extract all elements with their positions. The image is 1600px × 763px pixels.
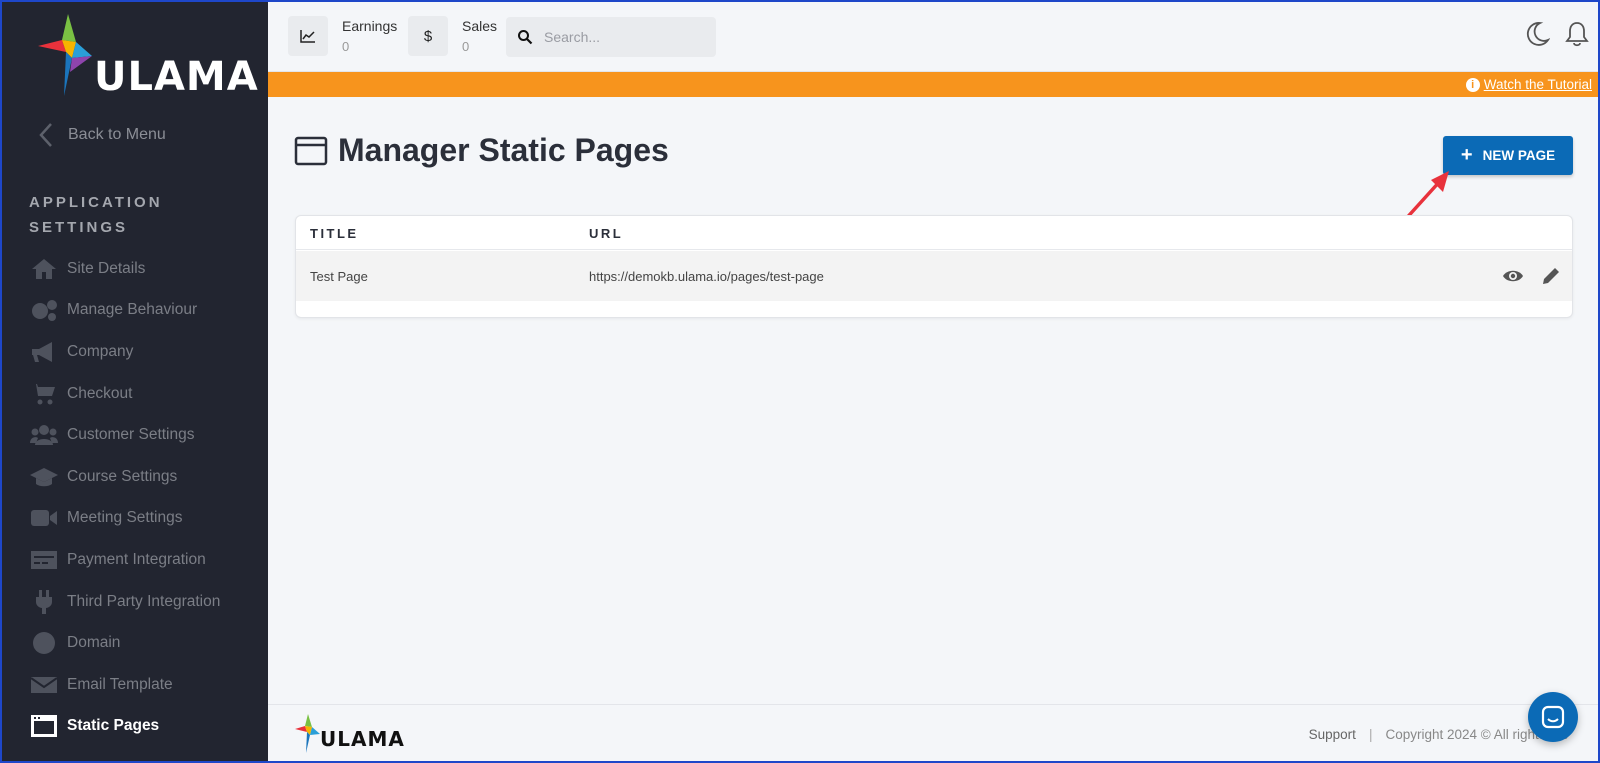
window-icon xyxy=(28,714,60,738)
row-title: Test Page xyxy=(310,269,368,284)
column-header-title: TITLE xyxy=(310,226,359,241)
back-to-menu-label: Back to Menu xyxy=(68,126,166,143)
sidebar-item-course-settings[interactable]: Course Settings xyxy=(28,456,264,498)
sidebar-item-payment-integration[interactable]: Payment Integration xyxy=(28,539,264,581)
sidebar-item-meeting-settings[interactable]: Meeting Settings xyxy=(28,498,264,540)
plug-icon xyxy=(28,589,60,614)
watch-tutorial-link[interactable]: i Watch the Tutorial xyxy=(1465,77,1592,92)
dark-mode-moon-icon[interactable] xyxy=(1524,20,1550,48)
top-bar: Earnings 0 $ Sales 0 xyxy=(268,2,1598,72)
sidebar-item-label: Payment Integration xyxy=(67,550,206,568)
sales-stat[interactable]: $ Sales 0 xyxy=(408,16,497,56)
footer-brand-name: ULAMA xyxy=(320,727,405,751)
table-header: TITLE URL xyxy=(296,216,1572,250)
chart-line-icon xyxy=(288,16,328,56)
footer-separator: | xyxy=(1368,727,1373,742)
new-page-button[interactable]: + NEW PAGE xyxy=(1443,136,1573,175)
sidebar-item-label: Meeting Settings xyxy=(67,509,183,527)
ulama-logo[interactable]: ULAMA xyxy=(36,12,258,102)
credit-card-icon xyxy=(28,548,60,572)
sidebar-item-label: Site Details xyxy=(67,259,146,277)
table-row[interactable]: Test Page https://demokb.ulama.io/pages/… xyxy=(296,251,1572,301)
static-pages-table: TITLE URL Test Page https://demokb.ulama… xyxy=(295,215,1573,318)
search-box xyxy=(506,17,716,57)
section-title: APPLICATION SETTINGS xyxy=(29,194,163,236)
watch-tutorial-label: Watch the Tutorial xyxy=(1483,77,1592,92)
graduation-cap-icon xyxy=(28,465,60,489)
sidebar-item-label: Course Settings xyxy=(67,467,178,485)
footer-logo: ULAMA xyxy=(294,713,404,755)
info-icon: i xyxy=(1465,77,1480,92)
search-input[interactable] xyxy=(544,29,704,45)
sales-value: 0 xyxy=(462,39,470,54)
eye-view-icon[interactable] xyxy=(1502,265,1524,287)
users-icon xyxy=(28,423,60,447)
chat-icon xyxy=(1541,705,1565,729)
pencil-edit-icon[interactable] xyxy=(1540,265,1562,287)
sidebar-item-third-party-integration[interactable]: Third Party Integration xyxy=(28,581,264,623)
sidebar: ULAMA Back to Menu APPLICATION SETTINGS … xyxy=(2,2,268,761)
sidebar-item-checkout[interactable]: Checkout xyxy=(28,373,264,415)
footer: ULAMA Support | Copyright 2024 © All rig… xyxy=(268,704,1598,761)
row-url: https://demokb.ulama.io/pages/test-page xyxy=(589,269,824,284)
sidebar-item-static-pages[interactable]: Static Pages xyxy=(28,706,264,748)
sidebar-item-company[interactable]: Company xyxy=(28,331,264,373)
back-to-menu-link[interactable]: Back to Menu xyxy=(32,120,166,150)
globe-icon xyxy=(28,631,60,655)
cart-icon xyxy=(28,382,60,406)
sidebar-item-label: Domain xyxy=(67,634,121,652)
chevron-left-icon xyxy=(39,123,52,147)
browser-window-icon xyxy=(294,136,328,165)
megaphone-icon xyxy=(28,340,60,364)
sidebar-item-label: Manage Behaviour xyxy=(67,301,198,319)
sidebar-item-email-template[interactable]: Email Template xyxy=(28,664,264,706)
earnings-stat[interactable]: Earnings 0 xyxy=(288,16,397,56)
brand-name: ULAMA xyxy=(94,54,259,100)
sidebar-item-site-details[interactable]: Site Details xyxy=(28,248,264,290)
sidebar-item-label: Email Template xyxy=(67,675,173,693)
search-icon xyxy=(506,29,544,45)
new-page-label: NEW PAGE xyxy=(1482,148,1556,163)
dollar-icon: $ xyxy=(408,16,448,56)
sidebar-item-label: Third Party Integration xyxy=(67,592,221,610)
sidebar-item-label: Static Pages xyxy=(67,717,160,735)
chat-launcher-button[interactable] xyxy=(1528,692,1578,742)
settings-nav: Site Details Manage Behaviour Company Ch… xyxy=(28,248,264,747)
sidebar-item-label: Customer Settings xyxy=(67,426,195,444)
home-icon xyxy=(28,257,60,281)
page-title: Manager Static Pages xyxy=(294,132,669,169)
earnings-label: Earnings xyxy=(342,18,398,34)
support-link[interactable]: Support xyxy=(1309,727,1356,742)
notification-bell-icon[interactable] xyxy=(1564,20,1590,48)
envelope-icon xyxy=(28,673,60,697)
sales-label: Sales xyxy=(462,18,498,34)
video-camera-icon xyxy=(28,506,60,530)
sidebar-item-manage-behaviour[interactable]: Manage Behaviour xyxy=(28,290,264,332)
tutorial-banner: i Watch the Tutorial xyxy=(268,72,1598,97)
page-title-text: Manager Static Pages xyxy=(338,132,669,168)
sidebar-item-customer-settings[interactable]: Customer Settings xyxy=(28,414,264,456)
column-header-url: URL xyxy=(589,226,624,241)
sidebar-item-label: Checkout xyxy=(67,384,133,402)
earnings-value: 0 xyxy=(342,39,350,54)
plus-icon: + xyxy=(1460,144,1473,166)
gears-icon xyxy=(28,298,60,322)
sidebar-item-domain[interactable]: Domain xyxy=(28,622,264,664)
sidebar-item-label: Company xyxy=(67,342,134,360)
